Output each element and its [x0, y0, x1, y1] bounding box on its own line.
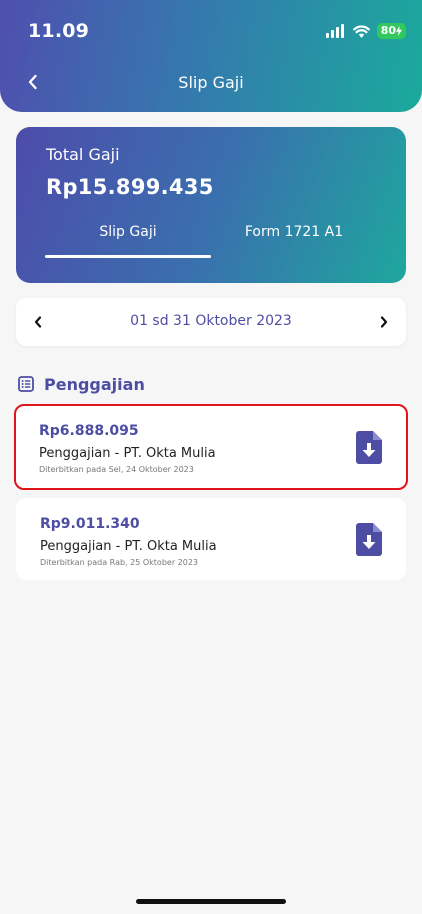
payslip-description: Penggajian - PT. Okta Mulia: [40, 539, 217, 554]
file-download-icon: [356, 431, 382, 464]
total-salary-label: Total Gaji: [46, 145, 120, 164]
home-indicator[interactable]: [136, 899, 286, 904]
payslip-date: Diterbitkan pada Rab, 25 Oktober 2023: [40, 558, 199, 567]
next-period-button[interactable]: [372, 310, 396, 334]
period-label[interactable]: 01 sd 31 Oktober 2023: [16, 313, 406, 329]
file-download-icon: [356, 523, 382, 556]
tab-form-1721-a1[interactable]: Form 1721 A1: [211, 224, 377, 258]
section-title: Penggajian: [44, 374, 145, 394]
payslip-amount: Rp9.011.340: [40, 516, 140, 532]
battery-level: 80: [380, 24, 396, 37]
wifi-icon: [352, 24, 370, 38]
total-salary-amount: Rp15.899.435: [46, 175, 214, 199]
chevron-right-icon: [380, 316, 388, 328]
payslip-date: Diterbitkan pada Sel, 24 Oktober 2023: [39, 465, 194, 474]
tab-slip-gaji[interactable]: Slip Gaji: [45, 224, 211, 258]
section-header: Penggajian: [18, 373, 145, 395]
download-button[interactable]: [356, 431, 382, 464]
app-header: 11.09 80 Slip Gaji: [0, 0, 422, 112]
charging-icon: [396, 26, 402, 36]
total-salary-card: Total Gaji Rp15.899.435 Slip Gaji Form 1…: [16, 127, 406, 283]
period-selector: 01 sd 31 Oktober 2023: [16, 298, 406, 346]
active-tab-indicator: [45, 255, 211, 258]
page-title: Slip Gaji: [178, 73, 244, 92]
payslip-description: Penggajian - PT. Okta Mulia: [39, 446, 216, 461]
download-button[interactable]: [356, 523, 382, 556]
battery-indicator: 80: [376, 23, 406, 39]
payslip-card[interactable]: Rp6.888.095 Penggajian - PT. Okta Mulia …: [14, 404, 408, 490]
list-document-icon: [18, 376, 34, 392]
payslip-card[interactable]: Rp9.011.340 Penggajian - PT. Okta Mulia …: [16, 498, 406, 580]
payslip-amount: Rp6.888.095: [39, 423, 139, 439]
signal-icon: [325, 24, 344, 38]
status-time: 11.09: [28, 20, 90, 42]
status-icons: 80: [325, 22, 406, 40]
